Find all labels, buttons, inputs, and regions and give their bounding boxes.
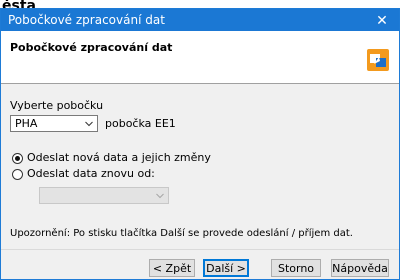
chevron-down-icon bbox=[85, 121, 93, 127]
back-button[interactable]: < Zpět bbox=[149, 259, 195, 277]
send-again-label[interactable]: Odeslat data znovu od: bbox=[27, 167, 155, 180]
help-button-label: Nápověda bbox=[332, 261, 388, 275]
branch-select[interactable]: PHA bbox=[10, 115, 98, 132]
next-button[interactable]: Další > bbox=[203, 259, 249, 277]
branch-select-value: PHA bbox=[15, 117, 38, 130]
next-button-label: Další > bbox=[206, 261, 246, 275]
close-icon[interactable]: ✕ bbox=[367, 9, 397, 31]
help-button[interactable]: Nápověda bbox=[331, 259, 389, 277]
send-new-label[interactable]: Odeslat nová data a jejich změny bbox=[27, 151, 211, 164]
chevron-down-icon bbox=[156, 193, 164, 199]
dialog-window: Pobočkové zpracování dat ✕ Pobočkové zpr… bbox=[0, 8, 400, 280]
back-button-label: < Zpět bbox=[152, 261, 192, 275]
wizard-banner: Pobočkové zpracování dat bbox=[1, 31, 399, 84]
date-select[interactable] bbox=[39, 187, 169, 204]
title-bar[interactable]: Pobočkové zpracování dat ✕ bbox=[1, 9, 399, 31]
page-heading: Pobočkové zpracování dat bbox=[10, 41, 173, 54]
window-title: Pobočkové zpracování dat bbox=[8, 13, 165, 27]
notice-text: Upozornění: Po stisku tlačítka Další se … bbox=[10, 228, 353, 239]
branch-description: pobočka EE1 bbox=[105, 117, 176, 130]
send-again-radio[interactable] bbox=[12, 169, 23, 180]
branch-label: Vyberte pobočku bbox=[10, 99, 104, 112]
cancel-button[interactable]: Storno bbox=[271, 259, 321, 277]
cancel-button-label: Storno bbox=[277, 261, 315, 275]
wizard-icon bbox=[367, 49, 389, 71]
divider bbox=[1, 249, 399, 250]
send-new-radio[interactable] bbox=[12, 153, 23, 164]
